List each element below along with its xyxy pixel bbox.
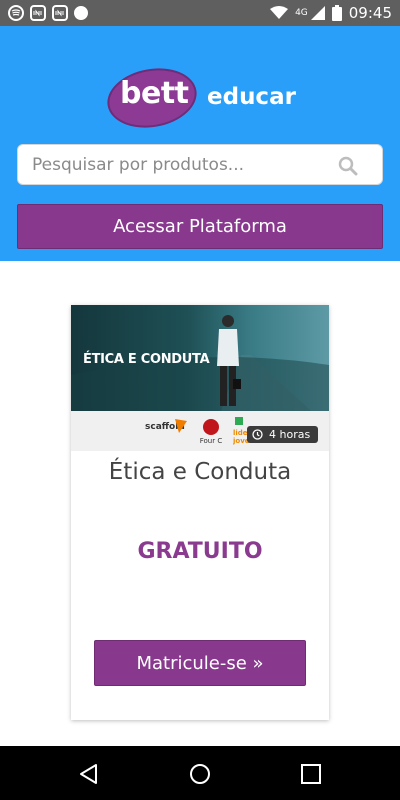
course-price: GRATUITO: [137, 539, 263, 564]
app-icon: [30, 5, 46, 21]
enroll-button[interactable]: Matricule-se »: [94, 640, 306, 686]
back-icon[interactable]: [78, 763, 100, 785]
person-illustration: [217, 315, 241, 406]
navigation-bar: [0, 746, 400, 800]
course-card: ÉTICA E CONDUTA scaffold Four C lider jo…: [71, 305, 329, 720]
partner-logos: scaffold Four C lider jove 4 horas: [71, 411, 329, 451]
duration-text: 4 horas: [269, 428, 311, 441]
bett-educar-logo[interactable]: bett educar: [102, 61, 304, 135]
course-image[interactable]: ÉTICA E CONDUTA: [71, 305, 329, 411]
home-icon[interactable]: [189, 763, 211, 785]
network-type: 4G: [295, 8, 308, 18]
search-icon[interactable]: [338, 156, 358, 176]
svg-text:Four C: Four C: [200, 437, 223, 445]
battery-icon: [331, 5, 342, 21]
fourc-logo: Four C: [200, 419, 223, 445]
system-icons: 4G 09:45: [270, 4, 392, 22]
search-placeholder: Pesquisar por produtos...: [32, 155, 245, 175]
clock-icon: [252, 429, 263, 440]
app-icon: [52, 5, 68, 21]
wifi-icon: [270, 6, 289, 19]
search-input[interactable]: Pesquisar por produtos...: [17, 144, 383, 185]
spotify-icon: [8, 5, 24, 21]
status-bar: 4G 09:45: [0, 0, 400, 26]
access-platform-button[interactable]: Acessar Plataforma: [17, 204, 383, 249]
course-title[interactable]: Ética e Conduta: [71, 459, 329, 485]
notification-icons: [8, 5, 88, 21]
course-image-title: ÉTICA E CONDUTA: [83, 352, 210, 367]
duration-badge: 4 horas: [247, 426, 319, 443]
scaffold-arrow-icon: [175, 419, 187, 433]
logo-educar-text: educar: [207, 84, 296, 110]
logo-bett-text: bett: [120, 76, 189, 111]
header: bett educar Pesquisar por produtos... Ac…: [0, 26, 400, 261]
signal-icon: [310, 6, 325, 20]
clock: 09:45: [348, 4, 392, 22]
circle-icon: [74, 6, 88, 20]
recents-icon[interactable]: [300, 763, 322, 785]
